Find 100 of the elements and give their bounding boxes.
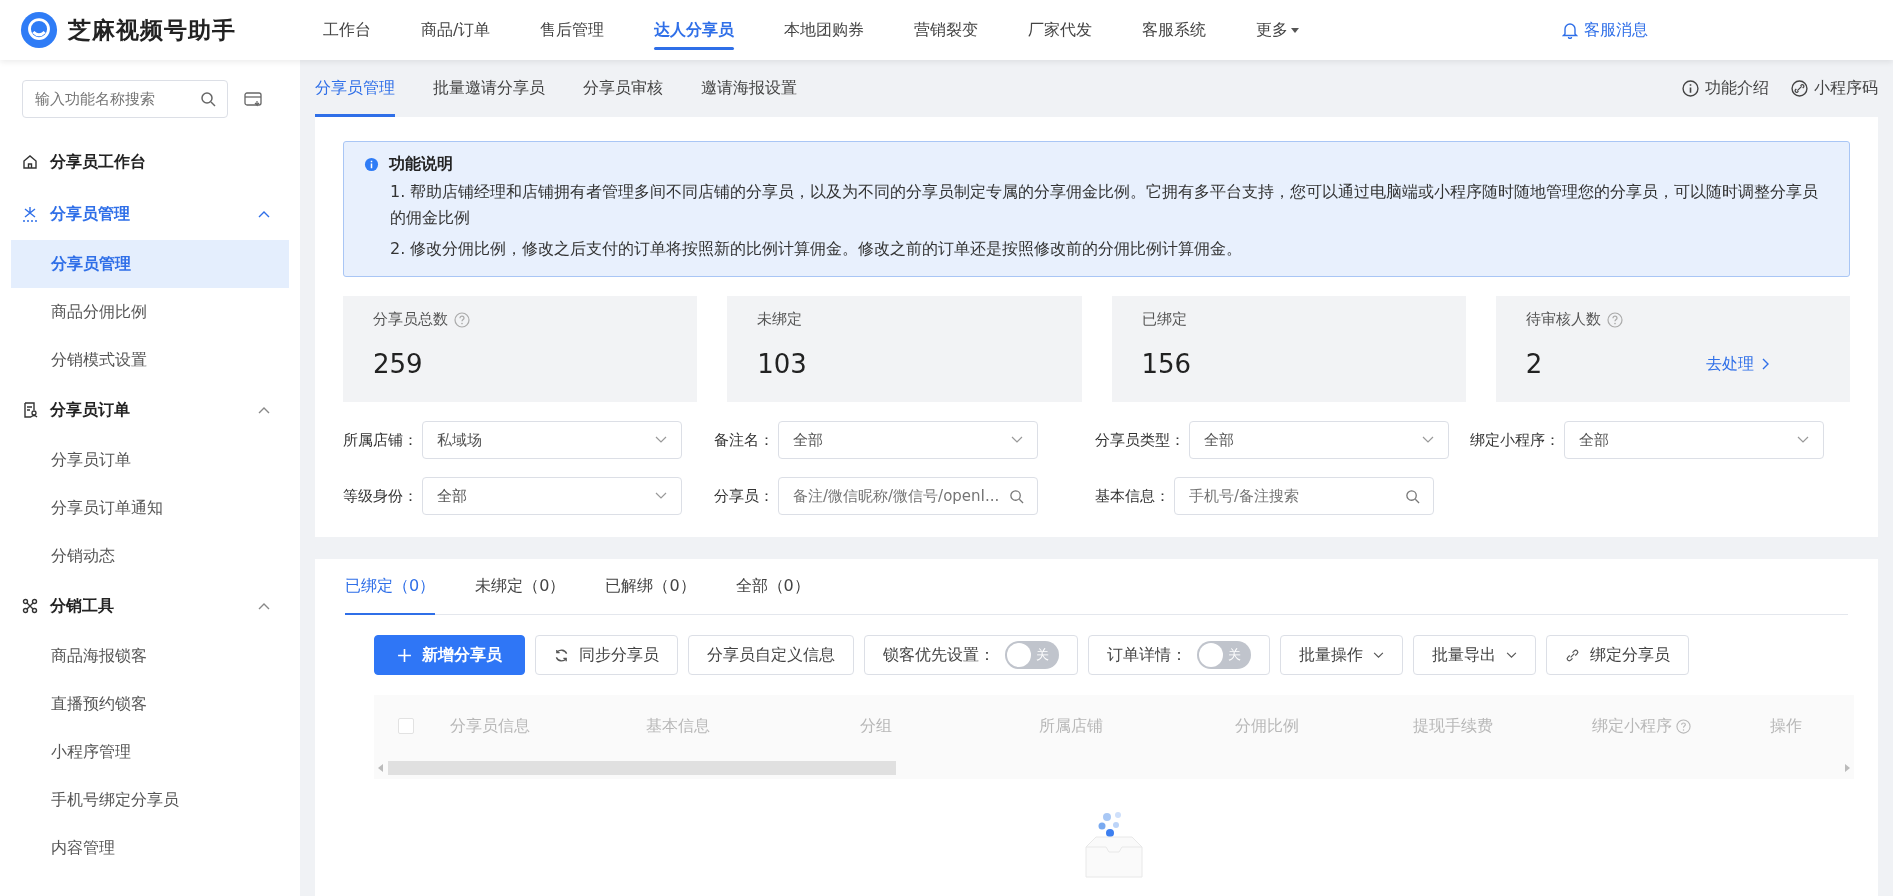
sidebar-item[interactable]: 分享员订单 xyxy=(11,436,289,484)
tab[interactable]: 已解绑（0） xyxy=(605,559,696,616)
header-link[interactable]: 功能介绍 xyxy=(1705,78,1769,99)
dropdown-button[interactable]: 批量操作 xyxy=(1280,635,1403,676)
nav-tab[interactable]: 本地团购券 xyxy=(761,0,888,60)
sidebar-item[interactable]: 分享员订单通知 xyxy=(11,484,289,532)
chevron-icon[interactable] xyxy=(258,602,270,610)
filter-label: 所属店铺： xyxy=(343,430,418,450)
sidebar-item[interactable]: 分销动态 xyxy=(11,532,289,580)
custom-info-button[interactable]: 分享员自定义信息 xyxy=(688,635,854,676)
scroll-left-icon[interactable] xyxy=(378,764,384,773)
tab[interactable]: 全部（0） xyxy=(735,559,810,616)
scroll-right-icon[interactable] xyxy=(1844,764,1850,773)
notice-text: 2. 修改分佣比例，修改之后支付的订单将按照新的比例计算佣金。修改之前的订单还是按照修改前的分佣比例计算佣金。 xyxy=(390,237,1244,260)
stat-value: 2 xyxy=(1525,349,1543,380)
stat-label: 分享员总数 xyxy=(373,310,448,330)
sidebar-item[interactable]: 商品分佣比例 xyxy=(11,288,289,336)
help-icon[interactable] xyxy=(1606,311,1623,328)
help-icon[interactable] xyxy=(454,311,470,328)
sidebar-item[interactable]: 内容管理 xyxy=(11,824,289,872)
add-button[interactable]: 新增分享员 xyxy=(374,635,525,676)
messages-link[interactable]: 客服消息 xyxy=(1584,19,1649,41)
select-field[interactable]: 全部 xyxy=(778,421,1038,460)
search-field[interactable]: 手机号/备注搜索 xyxy=(1174,477,1434,516)
link-icon xyxy=(1565,647,1580,663)
column-header: 分佣比例 xyxy=(1234,715,1299,737)
scrollbar-thumb[interactable] xyxy=(388,761,897,776)
column-header: 分组 xyxy=(860,715,893,737)
chevron-icon[interactable] xyxy=(1422,436,1434,445)
nav-tab[interactable]: 售后管理 xyxy=(517,0,628,60)
nav-tab[interactable]: 工作台 xyxy=(300,0,394,60)
chevron-icon[interactable] xyxy=(655,492,667,501)
tab[interactable]: 未绑定（0） xyxy=(475,559,566,616)
process-link[interactable]: 去处理 xyxy=(1706,353,1754,375)
search-icon[interactable] xyxy=(200,91,216,107)
column-header: 提现手续费 xyxy=(1413,715,1494,737)
stat-label: 未绑定 xyxy=(757,310,803,330)
chevron-icon[interactable] xyxy=(1011,436,1023,445)
refresh-icon xyxy=(554,647,569,663)
nav-tab[interactable]: 营销裂变 xyxy=(891,0,1002,60)
nodes-icon xyxy=(22,598,38,614)
column-header: 所属店铺 xyxy=(1038,715,1103,737)
bind-button[interactable]: 绑定分享员 xyxy=(1546,635,1689,676)
nav-tab[interactable]: 厂家代发 xyxy=(1005,0,1116,60)
app-name: 芝麻视频号助手 xyxy=(68,15,236,45)
select-all-checkbox[interactable] xyxy=(398,718,414,735)
sidebar-item[interactable]: 手机号绑定分享员 xyxy=(11,776,289,824)
stat-label: 待审核人数 xyxy=(1525,310,1601,330)
filter-label: 分享员类型： xyxy=(1095,430,1185,450)
select-field[interactable]: 私域场 xyxy=(422,421,682,460)
search-field[interactable]: 输入功能名称搜索 xyxy=(22,80,228,118)
sidebar-item[interactable]: 分销模式设置 xyxy=(11,336,289,384)
nav-tab[interactable]: 客服系统 xyxy=(1119,0,1230,60)
filter-label: 分享员： xyxy=(714,486,774,506)
link-icon[interactable] xyxy=(1791,80,1808,97)
select-field[interactable]: 全部 xyxy=(1564,421,1824,460)
info-icon xyxy=(364,157,379,172)
nav-tab[interactable]: 达人分享员 xyxy=(631,0,758,60)
select-field[interactable]: 全部 xyxy=(422,477,682,516)
sidebar-group[interactable]: 分享员订单 xyxy=(0,384,300,436)
select-field[interactable]: 全部 xyxy=(1189,421,1449,460)
header-link[interactable]: 小程序码 xyxy=(1814,78,1878,99)
tab[interactable]: 已绑定（0） xyxy=(345,559,436,616)
caret-icon[interactable] xyxy=(1291,27,1300,33)
nav-tab[interactable]: 商品/订单 xyxy=(398,0,514,60)
sidebar-item[interactable]: 直播预约锁客 xyxy=(11,680,289,728)
sidebar-item[interactable]: 分享员管理 xyxy=(11,240,289,288)
search-field[interactable]: 备注/微信昵称/微信号/openI... xyxy=(778,477,1038,516)
info-icon[interactable] xyxy=(1682,80,1699,97)
chevron-icon[interactable] xyxy=(258,406,270,414)
stat-value: 156 xyxy=(1141,349,1192,380)
tab[interactable]: 批量邀请分享员 xyxy=(433,60,545,117)
chevron-icon xyxy=(1373,651,1384,659)
card-icon[interactable] xyxy=(244,91,262,107)
bell-icon[interactable] xyxy=(1562,21,1579,39)
chevron-icon[interactable] xyxy=(1797,436,1809,445)
sidebar-group[interactable]: 分享员工作台 xyxy=(0,136,300,188)
sidebar-group[interactable]: 分销工具 xyxy=(0,580,300,632)
sidebar-group[interactable]: 分享员管理 xyxy=(0,188,300,240)
home-icon xyxy=(22,154,38,170)
tab[interactable]: 分享员审核 xyxy=(583,60,663,117)
help-icon[interactable] xyxy=(1675,718,1691,734)
search-icon[interactable] xyxy=(1405,489,1420,505)
stat-value: 259 xyxy=(373,349,423,380)
dropdown-button[interactable]: 批量导出 xyxy=(1413,635,1536,676)
chevron-icon[interactable] xyxy=(258,210,270,218)
filter-label: 绑定小程序： xyxy=(1470,430,1560,450)
plus-icon xyxy=(397,647,412,663)
nav-tab[interactable]: 更多 xyxy=(1233,19,1289,41)
search-icon[interactable] xyxy=(1009,489,1024,505)
sidebar-item[interactable]: 商品海报锁客 xyxy=(11,632,289,680)
chevron-icon[interactable] xyxy=(1762,358,1770,371)
chevron-icon[interactable] xyxy=(655,436,667,445)
tab[interactable]: 邀请海报设置 xyxy=(701,60,797,117)
logo-icon xyxy=(20,11,58,49)
filter-label: 基本信息： xyxy=(1095,486,1170,506)
column-header: 操作 xyxy=(1770,715,1802,737)
sync-button[interactable]: 同步分享员 xyxy=(535,635,678,676)
column-header: 基本信息 xyxy=(646,715,711,737)
sidebar-item[interactable]: 小程序管理 xyxy=(11,728,289,776)
